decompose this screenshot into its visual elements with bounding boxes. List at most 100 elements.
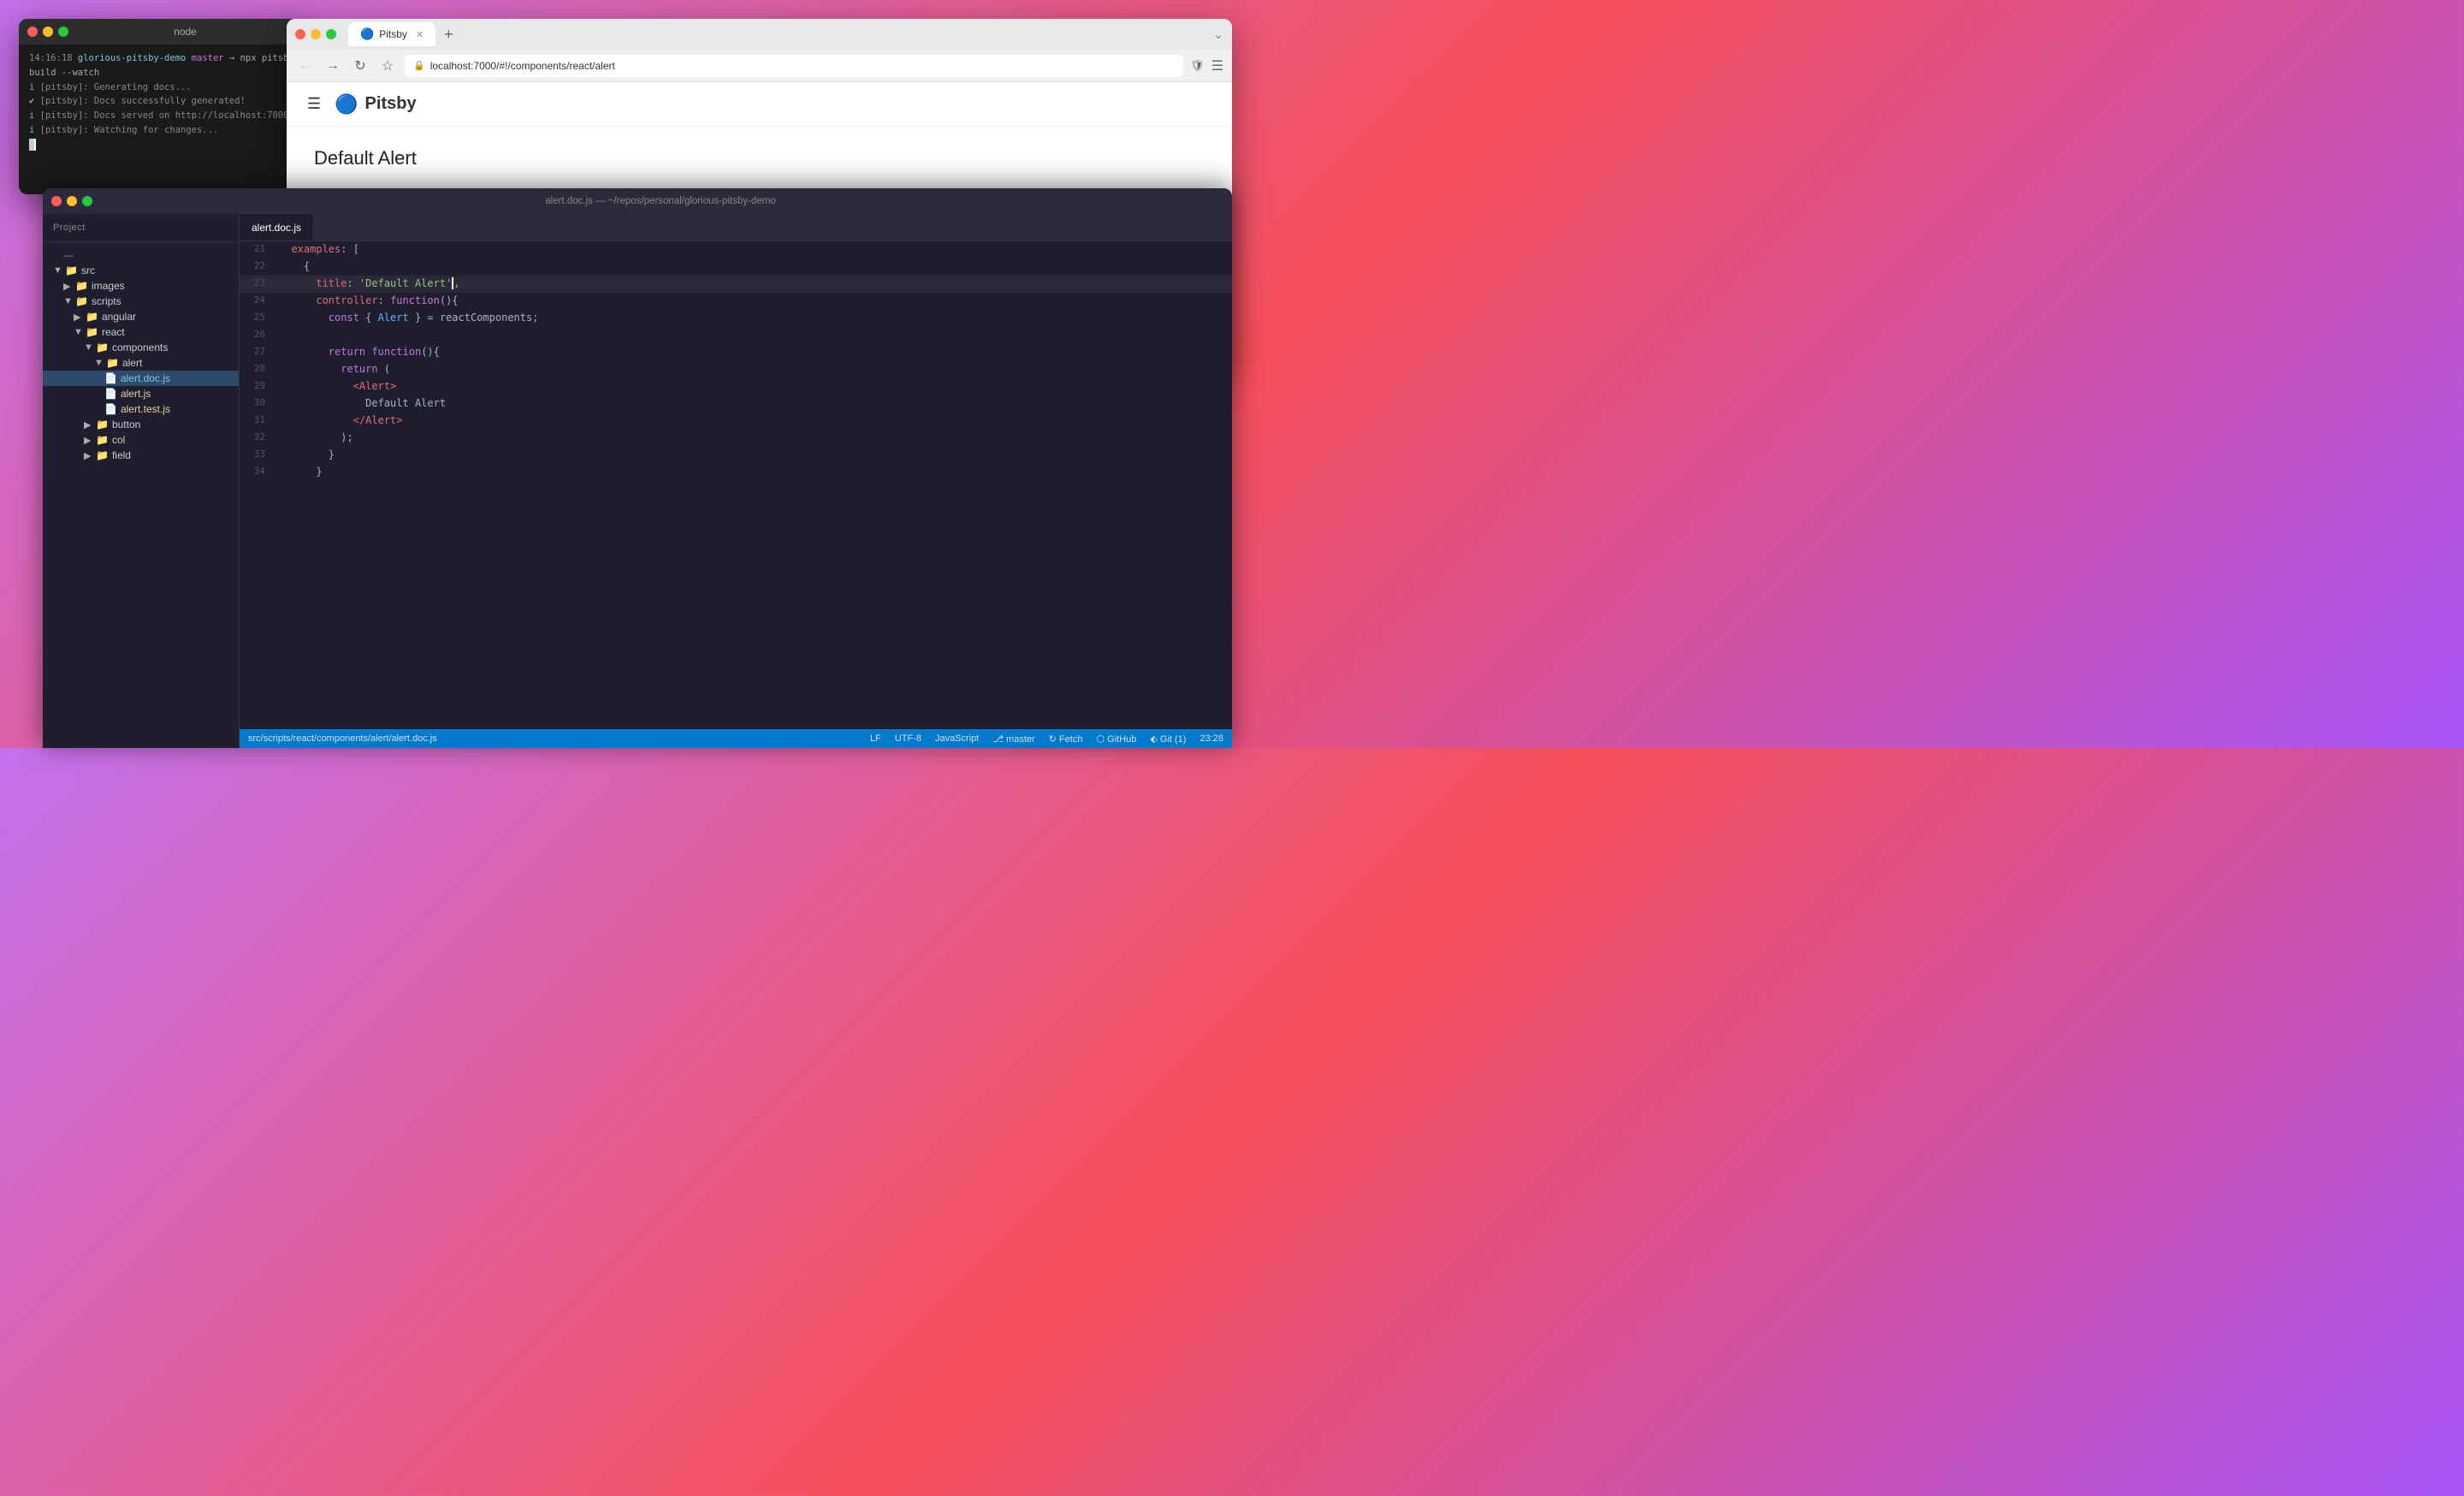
code-line-28: 28 return ( bbox=[240, 361, 1232, 378]
sidebar-item-alert-test[interactable]: 📄 alert.test.js bbox=[43, 401, 239, 417]
code-line-25: 25 const { Alert } = reactComponents; bbox=[240, 310, 1232, 327]
sidebar-item-col[interactable]: ▶ 📁 col bbox=[43, 432, 239, 448]
browser-chevron-icon[interactable]: ⌄ bbox=[1213, 27, 1223, 42]
editor-window: alert.doc.js — ~/repos/personal/glorious… bbox=[43, 188, 1232, 748]
editor-body: Project — ▼ 📁 src ▶ 📁 bbox=[43, 214, 1232, 748]
code-area: alert.doc.js 21 examples: [ 22 { bbox=[240, 214, 1232, 748]
browser-tab-title: Pitsby bbox=[379, 28, 407, 40]
terminal-line-1: i [pitsby]: Generating docs... bbox=[29, 80, 295, 95]
new-tab-button[interactable]: + bbox=[444, 27, 453, 42]
sidebar-item-react[interactable]: ▼ 📁 react bbox=[43, 324, 239, 340]
refresh-button[interactable]: ↻ bbox=[350, 56, 370, 76]
statusbar-git[interactable]: ⬖ Git (1) bbox=[1150, 733, 1186, 745]
tab-favicon: 🔵 bbox=[360, 27, 374, 41]
browser-addressbar: ← → ↻ ☆ 🔒 localhost:7000/#!/components/r… bbox=[287, 50, 1232, 82]
page-title: Default Alert bbox=[314, 147, 1205, 169]
browser-titlebar: 🔵 Pitsby ✕ + ⌄ bbox=[287, 19, 1232, 50]
sidebar-item-src[interactable]: ▼ 📁 src bbox=[43, 263, 239, 278]
pitsby-nav: ☰ 🔵 Pitsby bbox=[287, 82, 1232, 127]
sidebar-item-dash: — bbox=[43, 247, 239, 263]
sidebar-item-images[interactable]: ▶ 📁 images bbox=[43, 278, 239, 294]
code-line-21: 21 examples: [ bbox=[240, 241, 1232, 258]
code-line-24: 24 controller: function(){ bbox=[240, 293, 1232, 310]
sidebar-item-alert-js[interactable]: 📄 alert.js bbox=[43, 386, 239, 401]
hamburger-icon[interactable]: ☰ bbox=[307, 95, 321, 113]
editor-maximize-dot[interactable] bbox=[82, 196, 92, 206]
statusbar-github[interactable]: ⬡ GitHub bbox=[1096, 733, 1136, 745]
editor-title: alert.doc.js — ~/repos/personal/glorious… bbox=[98, 196, 1223, 206]
terminal-line-3: i [pitsby]: Docs served on http://localh… bbox=[29, 109, 295, 123]
terminal-minimize-dot[interactable] bbox=[43, 27, 53, 37]
sidebar-header: Project bbox=[43, 214, 239, 242]
statusbar-fetch[interactable]: ↻ Fetch bbox=[1049, 733, 1083, 745]
folder-icon: 📁 bbox=[106, 357, 119, 369]
code-content[interactable]: 21 examples: [ 22 { 23 title: 'Default A… bbox=[240, 241, 1232, 729]
address-bar[interactable]: 🔒 localhost:7000/#!/components/react/ale… bbox=[405, 55, 1183, 77]
folder-icon: 📁 bbox=[75, 280, 88, 292]
terminal-title: node bbox=[74, 26, 297, 38]
browser-menu-icon[interactable]: ☰ bbox=[1211, 57, 1223, 74]
terminal-body: 14:16:18 glorious-pitsby-demo master → n… bbox=[19, 45, 305, 159]
terminal-path: glorious-pitsby-demo bbox=[78, 53, 186, 63]
sidebar-item-button[interactable]: ▶ 📁 button bbox=[43, 417, 239, 432]
browser-close-dot[interactable] bbox=[295, 29, 305, 39]
code-line-32: 32 ); bbox=[240, 430, 1232, 447]
folder-icon: 📁 bbox=[86, 311, 98, 323]
sidebar-item-scripts[interactable]: ▼ 📁 scripts bbox=[43, 294, 239, 309]
terminal-maximize-dot[interactable] bbox=[58, 27, 68, 37]
code-line-31: 31 </Alert> bbox=[240, 413, 1232, 430]
code-tab-alert-doc[interactable]: alert.doc.js bbox=[240, 213, 314, 240]
file-icon: 📄 bbox=[104, 372, 117, 384]
sidebar-item-components[interactable]: ▼ 📁 components bbox=[43, 340, 239, 355]
terminal-line-4: i [pitsby]: Watching for changes... bbox=[29, 123, 295, 138]
editor-close-dot[interactable] bbox=[51, 196, 62, 206]
folder-icon: 📁 bbox=[65, 264, 78, 276]
terminal-line-2: ✔ [pitsby]: Docs successfully generated! bbox=[29, 94, 295, 109]
code-line-29: 29 <Alert> bbox=[240, 378, 1232, 395]
terminal-close-dot[interactable] bbox=[27, 27, 38, 37]
sidebar-tree: — ▼ 📁 src ▶ 📁 images bbox=[43, 242, 239, 748]
pitsby-brand-name: Pitsby bbox=[365, 94, 417, 114]
statusbar-path: src/scripts/react/components/alert/alert… bbox=[248, 733, 437, 744]
folder-icon: 📁 bbox=[96, 449, 109, 461]
terminal-branch: master bbox=[192, 53, 224, 63]
browser-minimize-dot[interactable] bbox=[311, 29, 321, 39]
file-icon: 📄 bbox=[104, 388, 117, 400]
code-tabs: alert.doc.js bbox=[240, 214, 1232, 241]
sidebar-item-angular[interactable]: ▶ 📁 angular bbox=[43, 309, 239, 324]
bookmark-button[interactable]: ☆ bbox=[377, 56, 398, 76]
browser-maximize-dot[interactable] bbox=[326, 29, 336, 39]
browser-tab[interactable]: 🔵 Pitsby ✕ bbox=[348, 22, 435, 46]
editor-sidebar: Project — ▼ 📁 src ▶ 📁 bbox=[43, 214, 240, 748]
code-line-26: 26 bbox=[240, 327, 1232, 344]
code-line-23: 23 title: 'Default Alert', bbox=[240, 276, 1232, 293]
statusbar-branch: ⎇ master bbox=[992, 733, 1034, 745]
code-line-22: 22 { bbox=[240, 258, 1232, 276]
browser-window-controls bbox=[295, 29, 336, 39]
code-line-27: 27 return function(){ bbox=[240, 344, 1232, 361]
pitsby-logo: 🔵 Pitsby bbox=[335, 93, 416, 116]
code-line-33: 33 } bbox=[240, 447, 1232, 464]
code-line-34: 34 } bbox=[240, 464, 1232, 481]
pitsby-logo-icon: 🔵 bbox=[335, 93, 358, 116]
code-line-30: 30 Default Alert bbox=[240, 395, 1232, 413]
forward-button[interactable]: → bbox=[323, 56, 343, 76]
terminal-prompt-line: 14:16:18 glorious-pitsby-demo master → n… bbox=[29, 51, 295, 80]
sidebar-item-alert-doc[interactable]: 📄 alert.doc.js bbox=[43, 371, 239, 386]
tab-close-button[interactable]: ✕ bbox=[416, 29, 424, 40]
shield-icon: 🛡 bbox=[1190, 59, 1205, 73]
sidebar-item-field[interactable]: ▶ 📁 field bbox=[43, 448, 239, 463]
terminal-cursor-line bbox=[29, 138, 295, 152]
editor-window-controls bbox=[51, 196, 92, 206]
sidebar-item-alert-dir[interactable]: ▼ 📁 alert bbox=[43, 355, 239, 371]
folder-icon: 📁 bbox=[96, 434, 109, 446]
statusbar-eol: LF bbox=[870, 733, 881, 744]
address-lock-icon: 🔒 bbox=[413, 60, 425, 71]
back-button[interactable]: ← bbox=[295, 56, 316, 76]
folder-icon: 📁 bbox=[86, 326, 98, 338]
editor-titlebar: alert.doc.js — ~/repos/personal/glorious… bbox=[43, 188, 1232, 214]
editor-minimize-dot[interactable] bbox=[67, 196, 77, 206]
address-text: localhost:7000/#!/components/react/alert bbox=[430, 60, 615, 72]
terminal-titlebar: node bbox=[19, 19, 305, 45]
folder-icon: 📁 bbox=[75, 295, 88, 307]
